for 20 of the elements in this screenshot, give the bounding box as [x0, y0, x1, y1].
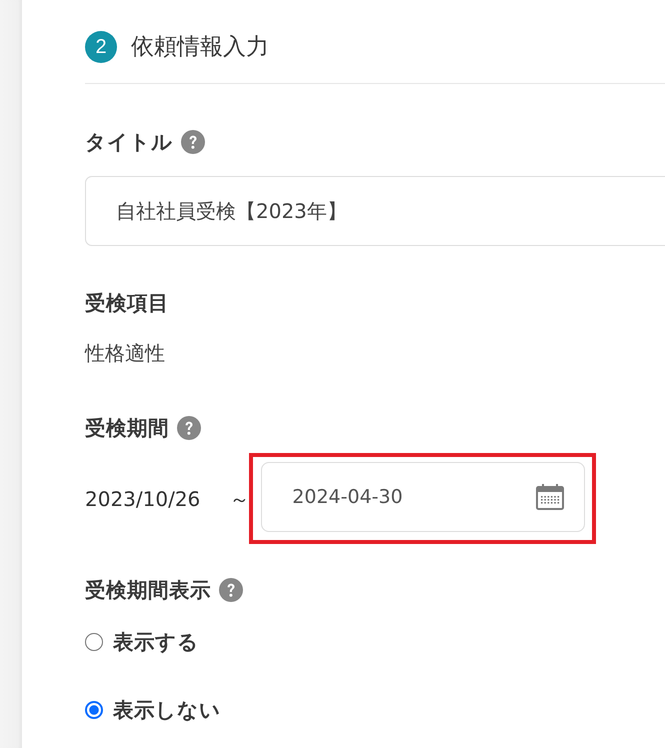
- calendar-icon[interactable]: [536, 484, 564, 510]
- field-label: 受検期間表示: [85, 577, 211, 603]
- radio-button[interactable]: [85, 701, 103, 719]
- date-value: 2024-04-30: [292, 486, 403, 508]
- radio-label[interactable]: 表示しない: [113, 697, 221, 723]
- field-value: 性格適性: [85, 340, 166, 366]
- step-badge: 2: [85, 31, 117, 63]
- date-input[interactable]: 2024-04-30: [261, 462, 586, 532]
- range-separator: ～: [229, 486, 250, 512]
- radio-label[interactable]: 表示する: [113, 629, 199, 655]
- title-input[interactable]: 自社社員受検【2023年】: [85, 176, 665, 246]
- section-title: 依頼情報入力: [131, 33, 269, 62]
- field-label: タイトル: [85, 129, 173, 155]
- start-date: 2023/10/26: [85, 486, 200, 512]
- radio-button[interactable]: [85, 633, 103, 651]
- field-label: 受検期間: [85, 415, 169, 441]
- help-icon[interactable]: [177, 416, 201, 440]
- help-icon[interactable]: [181, 130, 205, 154]
- field-label: 受検項目: [85, 290, 169, 316]
- help-icon[interactable]: [219, 578, 243, 602]
